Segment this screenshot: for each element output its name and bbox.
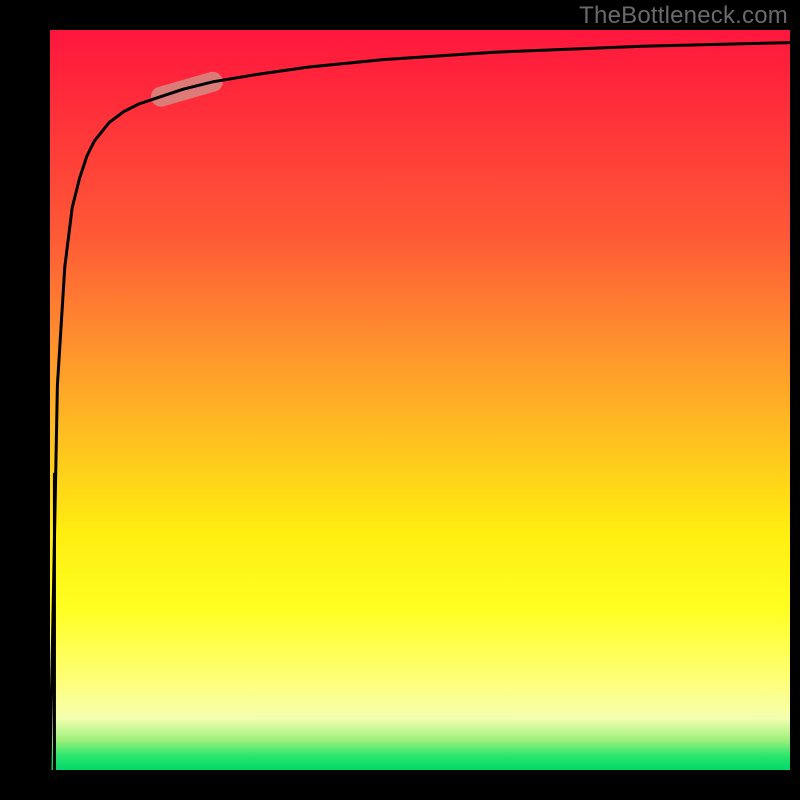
curve-layer <box>50 30 790 770</box>
chart-frame: TheBottleneck.com <box>0 0 800 800</box>
bottleneck-curve <box>50 43 790 770</box>
watermark-text: TheBottleneck.com <box>579 2 788 30</box>
plot-area <box>50 30 790 770</box>
